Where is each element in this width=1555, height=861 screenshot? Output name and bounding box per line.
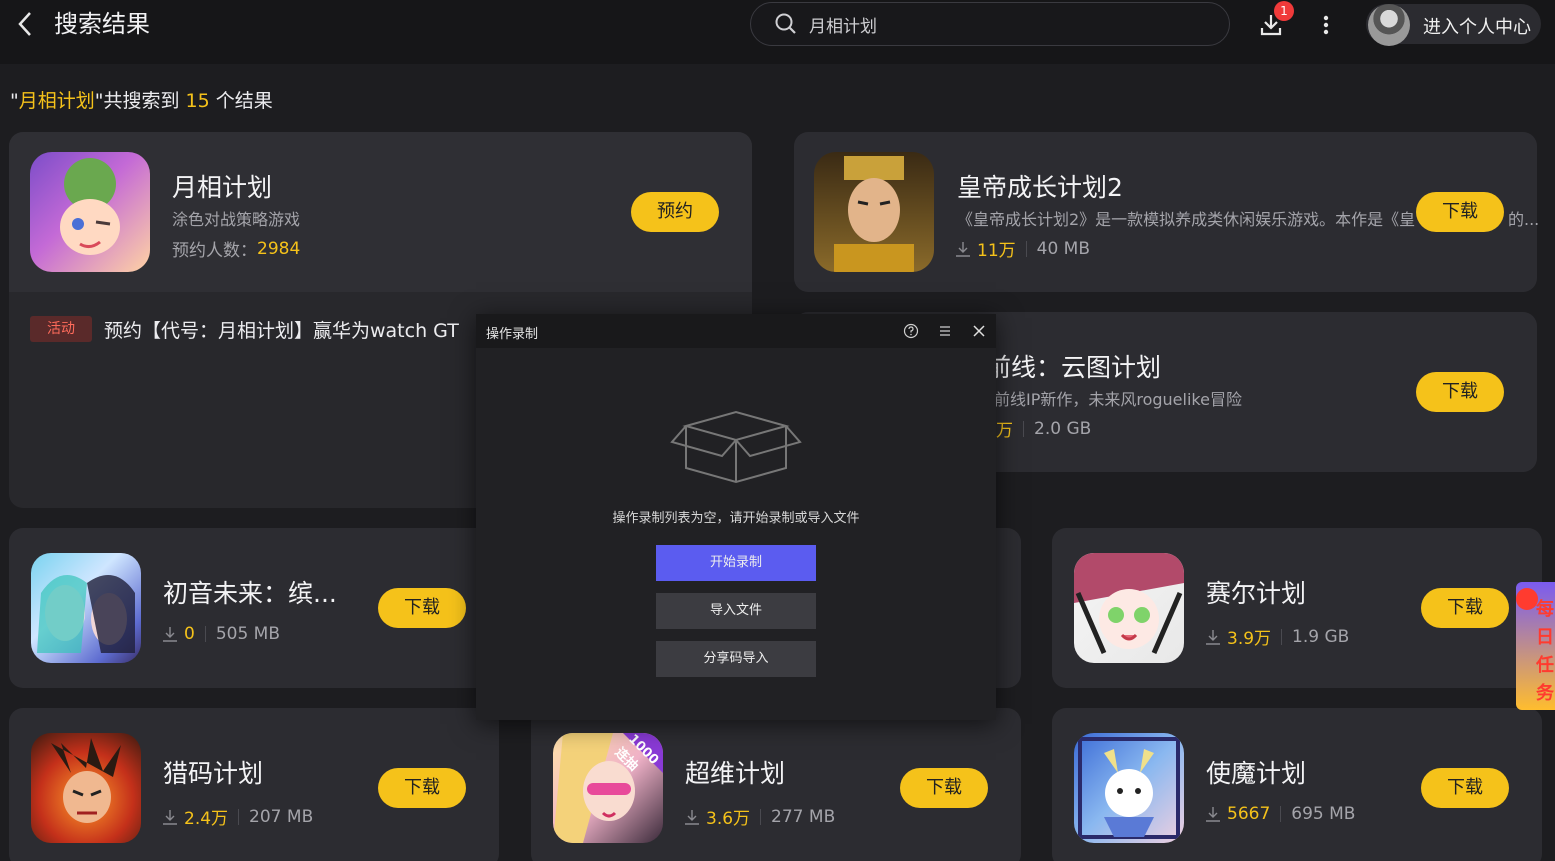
game-icon-yuexiang[interactable] xyxy=(30,152,150,272)
reserve-label: 预约人数： xyxy=(172,241,257,261)
reserve-button[interactable]: 预约 xyxy=(631,192,719,232)
activity-tag: 活动 xyxy=(30,316,92,342)
game-name[interactable]: 皇帝成长计划2 xyxy=(957,168,1123,204)
download-button[interactable]: 下载 xyxy=(1416,372,1504,412)
empty-list-message: 操作录制列表为空，请开始录制或导入文件 xyxy=(612,511,860,526)
help-icon[interactable] xyxy=(901,321,921,341)
import-file-button[interactable]: 导入文件 xyxy=(656,593,816,629)
daily-task-label: 每日任务 xyxy=(1536,599,1554,704)
game-icon-chaowei[interactable]: 1000连抽 xyxy=(553,733,663,843)
user-center-button[interactable]: 进入个人中心 xyxy=(1366,4,1541,46)
game-name[interactable]: 猎码计划 xyxy=(163,754,263,790)
game-name[interactable]: 超维计划 xyxy=(685,754,785,790)
game-meta: 0 505 MB xyxy=(162,624,280,644)
file-size: 1.9 GB xyxy=(1292,626,1350,647)
game-meta: 2.4万 207 MB xyxy=(162,804,313,829)
game-meta: 3.6万 277 MB xyxy=(684,804,835,829)
close-icon[interactable] xyxy=(969,321,989,341)
download-count: 5667 xyxy=(1227,804,1271,824)
start-recording-button[interactable]: 开始录制 xyxy=(656,545,816,581)
download-button[interactable]: 下载 xyxy=(378,588,466,628)
game-icon-miku[interactable] xyxy=(31,553,141,663)
featured-reserve-info: 预约人数： 2984 xyxy=(172,236,301,262)
file-size: 2.0 GB xyxy=(1034,418,1092,439)
download-count: 11万 xyxy=(977,241,1016,261)
file-size: 207 MB xyxy=(249,806,314,827)
share-code-import-button[interactable]: 分享码导入 xyxy=(656,641,816,677)
game-name[interactable]: 使魔计划 xyxy=(1206,754,1306,790)
download-count: 2.4万 xyxy=(184,809,229,829)
download-count-icon xyxy=(163,809,177,825)
summary-keyword: 月相计划 xyxy=(18,90,95,112)
download-button[interactable]: 下载 xyxy=(378,768,466,808)
game-meta: 3.9万 1.9 GB xyxy=(1205,624,1349,649)
dialog-title: 操作录制 xyxy=(486,327,539,342)
page-title: 搜索结果 xyxy=(54,10,150,38)
back-icon[interactable] xyxy=(10,8,40,40)
download-button[interactable]: 下载 xyxy=(900,768,988,808)
download-count-icon xyxy=(685,809,699,825)
reserve-count: 2984 xyxy=(257,238,301,259)
summary-middle: "共搜索到 xyxy=(94,90,186,112)
download-count-icon xyxy=(1206,807,1220,822)
menu-icon[interactable] xyxy=(935,321,955,341)
search-input[interactable] xyxy=(809,11,1209,37)
result-summary: "月相计划"共搜索到 15 个结果 xyxy=(10,86,273,113)
game-name[interactable]: 赛尔计划 xyxy=(1206,574,1306,610)
search-box[interactable] xyxy=(750,2,1230,46)
summary-count: 15 xyxy=(185,90,210,112)
download-count: 0 xyxy=(184,624,195,644)
search-icon xyxy=(775,13,797,39)
game-name[interactable]: 前线：云图计划 xyxy=(986,348,1161,384)
download-count: 万 xyxy=(996,421,1013,441)
download-count: 3.9万 xyxy=(1227,629,1272,649)
download-button[interactable]: 下载 xyxy=(1421,588,1509,628)
file-size: 505 MB xyxy=(215,624,281,644)
file-size: 40 MB xyxy=(1036,238,1091,259)
summary-suffix: 个结果 xyxy=(209,90,273,112)
download-count-icon xyxy=(956,241,970,257)
game-name[interactable]: 初音未来：缤... xyxy=(163,574,337,610)
empty-box-icon xyxy=(670,398,802,488)
top-bar: 搜索结果 1 进入个人中心 xyxy=(0,0,1555,64)
game-description-tail: 的... xyxy=(1508,210,1540,229)
download-count-icon xyxy=(1206,629,1220,645)
download-count: 3.6万 xyxy=(706,809,751,829)
download-count-icon xyxy=(163,627,177,642)
operation-recorder-dialog: 操作录制 操作录制列表为空，请开始录制或导入文件 开始录制 导入文件 分享码导入 xyxy=(476,314,996,720)
user-center-label: 进入个人中心 xyxy=(1423,17,1531,38)
featured-game-name[interactable]: 月相计划 xyxy=(172,168,272,204)
summary-quote: " xyxy=(10,90,19,112)
game-description: 前线IP新作，未来风roguelike冒险 xyxy=(994,390,1242,409)
game-meta: 11万 40 MB xyxy=(955,236,1090,261)
game-icon-shimo[interactable] xyxy=(1074,733,1184,843)
file-size: 695 MB xyxy=(1291,804,1356,824)
more-options-icon[interactable] xyxy=(1314,10,1338,40)
activity-link[interactable]: 预约【代号：月相计划】赢华为watch GT xyxy=(104,316,459,343)
avatar xyxy=(1368,4,1410,46)
file-size: 277 MB xyxy=(771,806,836,827)
game-icon-seer[interactable] xyxy=(1074,553,1184,663)
dialog-titlebar[interactable]: 操作录制 xyxy=(476,314,996,348)
game-icon-lieMa[interactable] xyxy=(31,733,141,843)
game-description: 《皇帝成长计划2》是一款模拟养成类休闲娱乐游戏。本作是《皇 xyxy=(957,210,1415,229)
notification-dot xyxy=(1516,588,1538,610)
download-button[interactable]: 下载 xyxy=(1416,192,1504,232)
download-count-badge: 1 xyxy=(1274,1,1294,21)
download-button[interactable]: 下载 xyxy=(1421,768,1509,808)
game-icon-emperor[interactable] xyxy=(814,152,934,272)
game-meta: 万 2.0 GB xyxy=(996,416,1092,442)
featured-game-subtitle: 涂色对战策略游戏 xyxy=(172,210,301,229)
game-meta: 5667 695 MB xyxy=(1205,804,1355,824)
